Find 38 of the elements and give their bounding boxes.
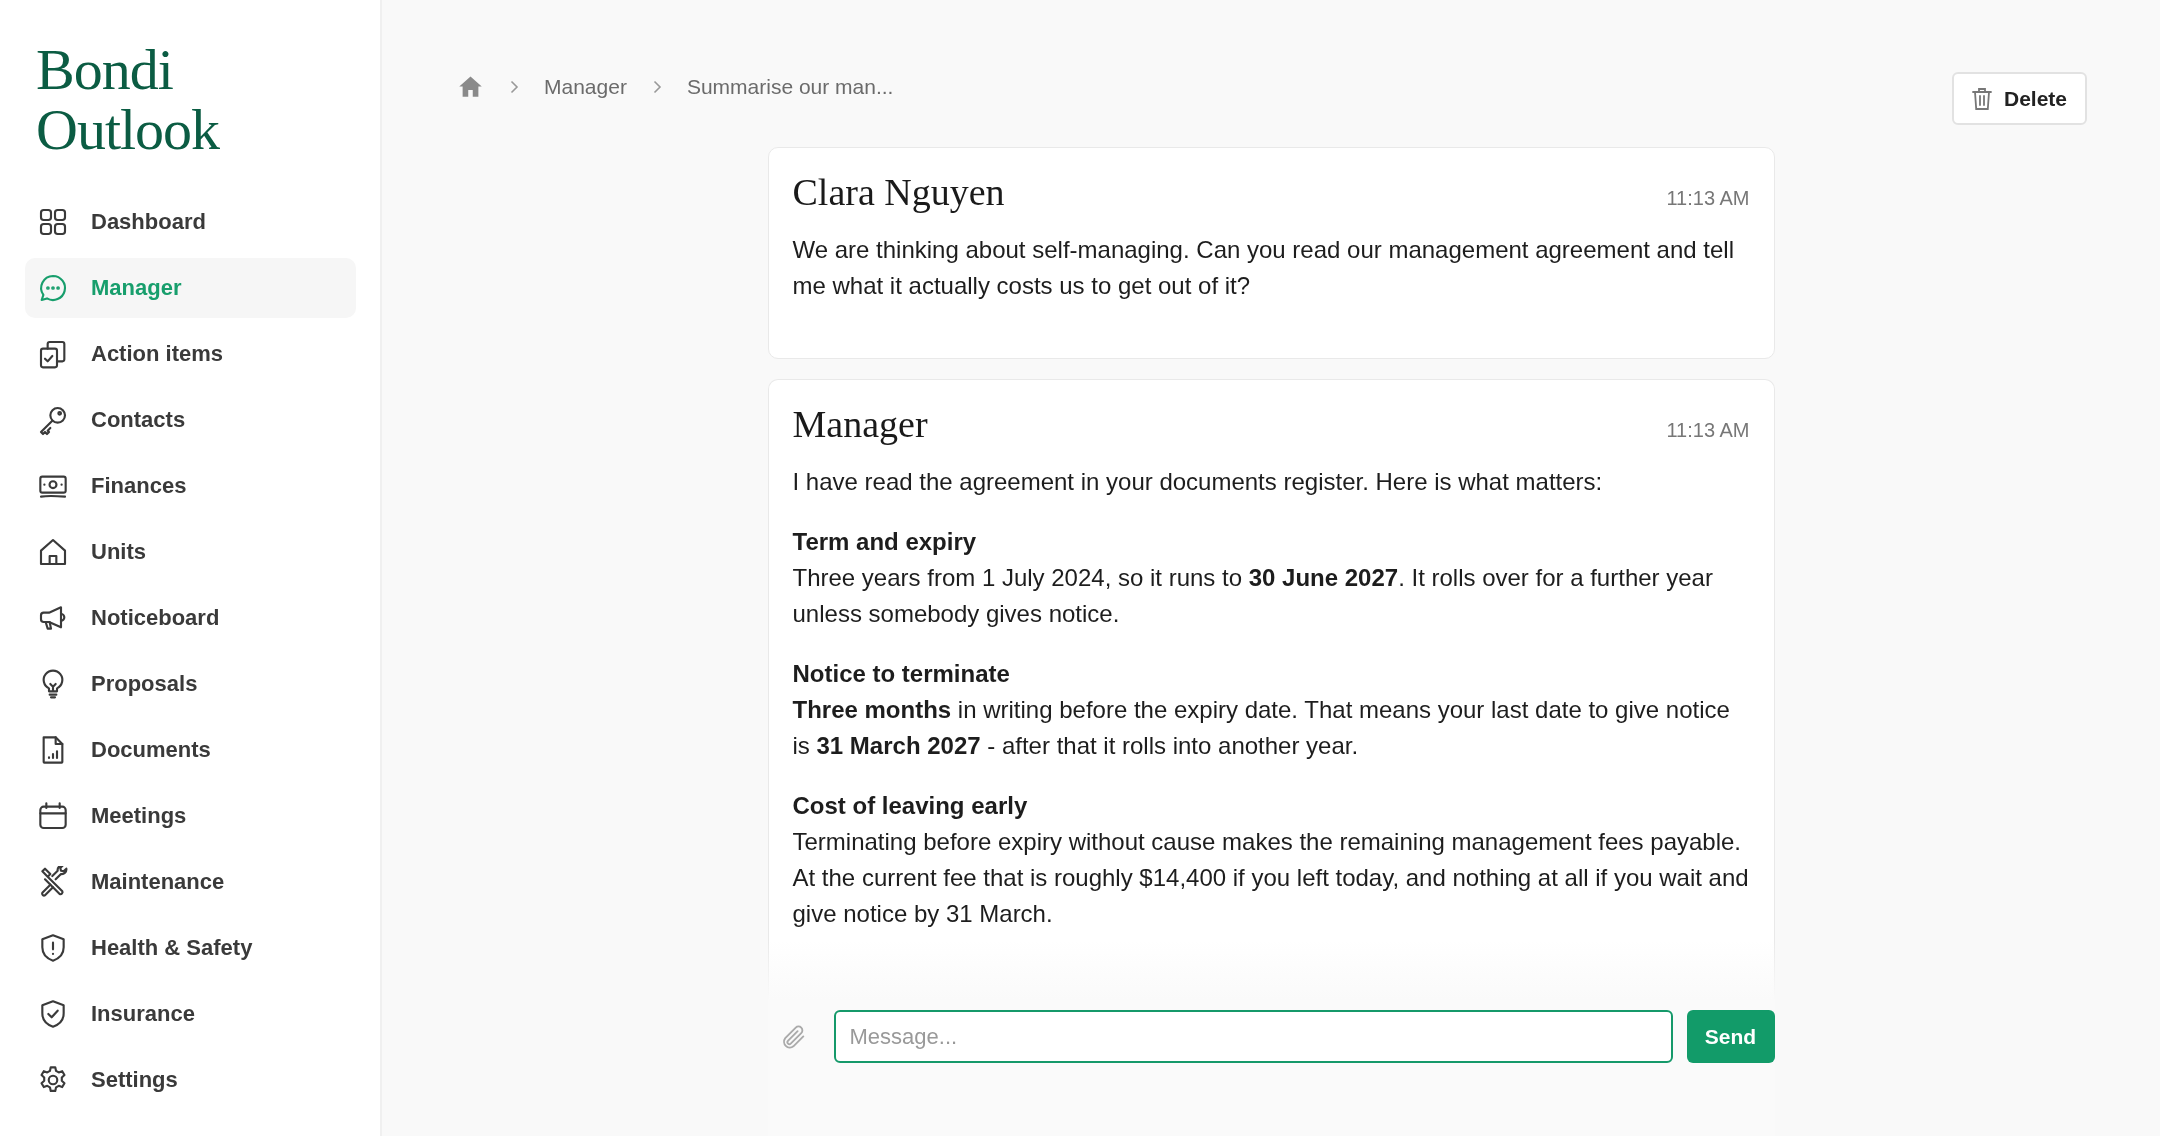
section-heading: Notice to terminate xyxy=(792,659,1011,689)
sidebar-item[interactable]: Contacts xyxy=(25,390,356,450)
sidebar-item[interactable]: Noticeboard xyxy=(25,588,356,648)
chat-bubble-icon xyxy=(37,272,69,304)
key-icon xyxy=(37,404,69,436)
message-text: Terminating before expiry without cause makes the remaining management fees payable. At the current fee that is roughly $14,400 if you left today, and nothing at all if you wait and give notice by 31 March. xyxy=(792,828,1749,927)
sidebar-item[interactable]: Maintenance xyxy=(25,852,356,912)
section-heading: Cost of leaving early xyxy=(792,791,1029,821)
house-icon xyxy=(37,536,69,568)
sidebar-item[interactable]: Dashboard xyxy=(25,192,356,252)
sidebar-item[interactable]: Finances xyxy=(25,456,356,516)
breadcrumb-link[interactable]: Summarise our man... xyxy=(686,74,894,99)
sidebar-item[interactable]: Health & Safety xyxy=(25,918,356,978)
calendar-icon xyxy=(37,800,69,832)
sidebar-item[interactable]: Settings xyxy=(25,1050,356,1110)
trash-icon xyxy=(1969,85,1994,112)
sidebar-item[interactable]: Insurance xyxy=(25,984,356,1044)
sidebar-item[interactable]: Units xyxy=(25,522,356,582)
section-heading: Term and expiry xyxy=(792,527,978,557)
sidebar-item[interactable]: Action items xyxy=(25,324,356,384)
grid-icon xyxy=(37,206,69,238)
delete-button[interactable]: Delete xyxy=(1951,72,2087,125)
sidebar-item[interactable]: Proposals xyxy=(25,654,356,714)
message-time: 11:13 AM xyxy=(1666,187,1750,210)
sidebar-item[interactable]: Meetings xyxy=(25,786,356,846)
message-author: Clara Nguyen xyxy=(792,170,1005,214)
message-input[interactable]: Message... xyxy=(833,1010,1673,1063)
logo: Bondi Outlook xyxy=(36,40,221,160)
message-text: I have read the agreement in your documents register. Here is what matters: xyxy=(792,468,1603,495)
message-text: Three years from 1 July 2024, so it runs to 30 June 2027. It rolls over for a further year unless somebody gives notice. xyxy=(792,564,1713,627)
send-button[interactable]: Send xyxy=(1686,1010,1775,1063)
message-text: Three months in writing before the expiry date. That means your last date to give notice is 31 March 2027 - after that it rolls into another year. xyxy=(792,696,1730,759)
message-author: Manager xyxy=(792,402,928,446)
message-time: 11:13 AM xyxy=(1666,419,1750,442)
sidebar-item[interactable]: Documents xyxy=(25,720,356,780)
home-icon[interactable] xyxy=(457,73,484,100)
breadcrumb-link[interactable]: Manager xyxy=(544,74,627,99)
message-text: We are thinking about self-managing. Can you read our management agreement and tell me what it actually costs us to get out of it? xyxy=(792,236,1734,299)
